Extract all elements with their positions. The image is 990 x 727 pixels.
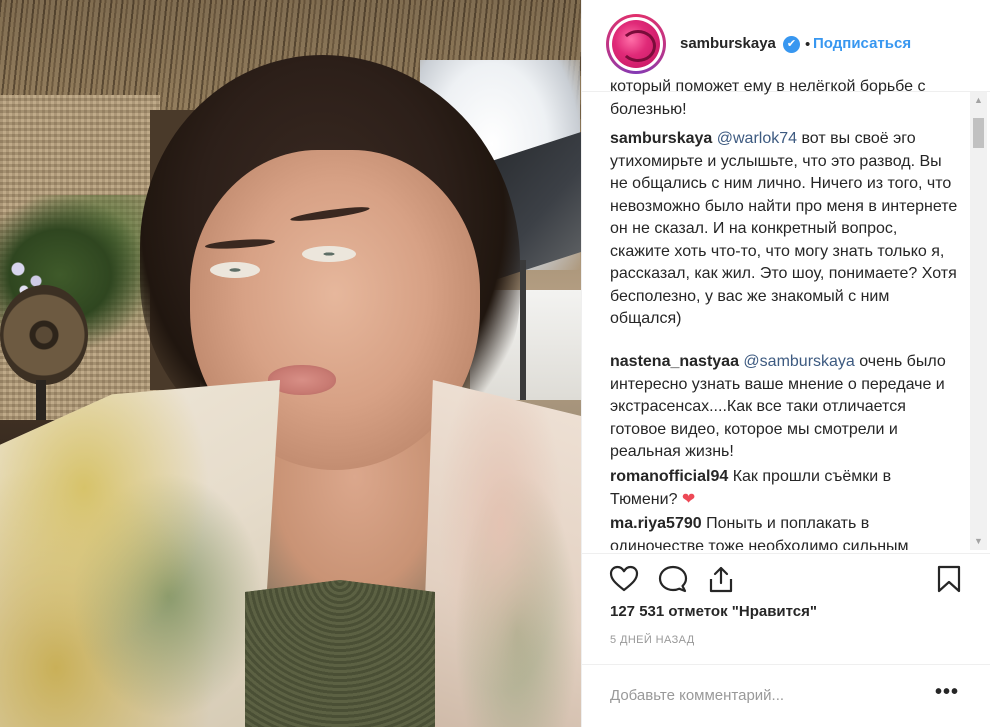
scroll-up-arrow-icon[interactable]: ▲ [970, 92, 987, 109]
scroll-down-arrow-icon[interactable]: ▼ [970, 533, 987, 550]
post-side-panel: samburskaya ✔ • Подписаться который помо… [581, 0, 990, 727]
comment-item: romanofficial94 Как прошли съёмки в Тюме… [610, 466, 960, 511]
comment-text: вот вы своё эго утихомирьте и услышьте, … [610, 130, 958, 327]
username-link[interactable]: samburskaya [680, 35, 776, 52]
comment-item: samburskaya @warlok74 вот вы своё эго ут… [610, 128, 960, 331]
scroll-thumb[interactable] [973, 118, 984, 148]
more-options-icon[interactable]: ••• [935, 681, 959, 704]
post-actions [582, 553, 990, 603]
avatar-frame [609, 17, 663, 71]
right-eye [302, 246, 356, 262]
add-comment-bar: ••• [582, 664, 990, 727]
separator-dot: • [805, 36, 811, 53]
heart-emoji-icon: ❤ [681, 490, 696, 508]
lace-top [245, 580, 435, 727]
avatar[interactable] [612, 20, 660, 68]
comment-mention[interactable]: @samburskaya [743, 353, 854, 370]
bookmark-icon[interactable] [934, 564, 964, 594]
comment-item: nastena_nastyaa @samburskaya очень было … [610, 351, 960, 464]
comment-icon[interactable] [658, 564, 688, 594]
comments-scrollbar[interactable]: ▲ ▼ [970, 92, 987, 550]
post-photo[interactable] [0, 0, 581, 727]
comments-list[interactable]: который поможет ему в нелёгкой борьбе с … [582, 76, 970, 550]
robe-left [0, 380, 280, 727]
verified-badge-icon: ✔ [783, 36, 800, 53]
comment-username[interactable]: romanofficial94 [610, 468, 728, 485]
share-icon[interactable] [706, 564, 736, 594]
comment-mention[interactable]: @warlok74 [717, 130, 797, 147]
post-date[interactable]: 5 ДНЕЙ НАЗАД [610, 634, 695, 646]
fan [0, 285, 88, 385]
comment-input[interactable] [610, 683, 920, 707]
avatar-story-ring[interactable] [606, 14, 666, 74]
left-eye [210, 262, 260, 278]
comment-item: который поможет ему в нелёгкой борьбе с … [610, 76, 960, 121]
comment-username[interactable]: samburskaya [610, 130, 712, 147]
heart-icon[interactable] [609, 564, 639, 594]
follow-button[interactable]: Подписаться [813, 35, 911, 52]
light-stand [520, 260, 526, 400]
comment-text: который поможет ему в нелёгкой борьбе с … [610, 78, 926, 118]
comment-item: ma.riya5790 Поныть и поплакать в одиноче… [610, 513, 960, 550]
comment-username[interactable]: ma.riya5790 [610, 515, 702, 532]
comment-username[interactable]: nastena_nastyaa [610, 353, 739, 370]
robe-right [420, 380, 581, 727]
likes-count[interactable]: 127 531 отметок "Нравится" [610, 603, 817, 620]
